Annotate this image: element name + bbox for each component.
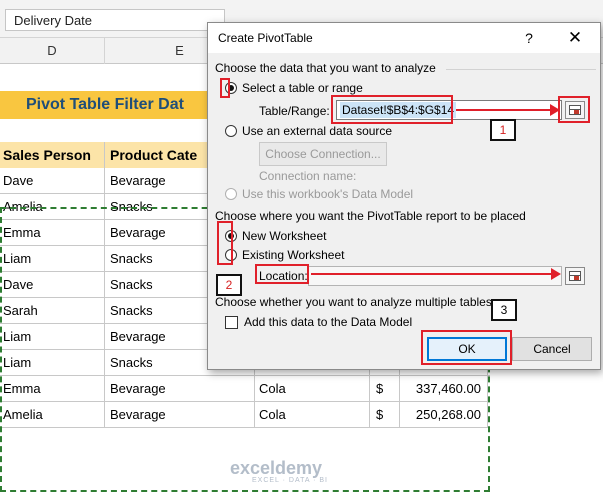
annotation-step-2: 2 <box>216 274 242 296</box>
watermark-tagline: EXCEL · DATA · BI <box>252 477 328 484</box>
label-table-range: Table/Range: <box>259 104 330 118</box>
section-multiple-tables: Choose whether you want to analyze multi… <box>215 295 492 309</box>
cell-sales-person[interactable]: Emma <box>0 220 105 246</box>
dialog-title: Create PivotTable <box>218 31 313 45</box>
choose-connection-button[interactable]: Choose Connection... <box>259 142 387 166</box>
cell-sales-person[interactable]: Liam <box>0 324 105 350</box>
dialog-titlebar[interactable]: Create PivotTable ? ✕ <box>208 23 600 53</box>
cell-sales-person[interactable]: Amelia <box>0 402 105 428</box>
highlight-select-table-radio <box>220 78 230 98</box>
location-picker-button[interactable] <box>565 267 585 285</box>
label-external-source: Use an external data source <box>242 124 393 138</box>
label-new-worksheet: New Worksheet <box>242 229 327 243</box>
label-add-data-model: Add this data to the Data Model <box>244 315 413 329</box>
highlight-ok-button <box>421 330 512 365</box>
close-icon[interactable]: ✕ <box>564 28 586 48</box>
label-data-model: Use this workbook's Data Model <box>242 187 414 201</box>
cell-item[interactable]: Cola <box>255 402 370 428</box>
table-row: Emma Bevarage Cola $337,460.00 <box>0 376 490 402</box>
arrow-to-location-picker <box>311 268 561 280</box>
label-existing-worksheet: Existing Worksheet <box>242 248 345 262</box>
location-picker-icon <box>569 271 581 281</box>
cell-product[interactable]: Bevarage <box>105 376 255 402</box>
label-select-table: Select a table or range <box>242 81 363 95</box>
cell-amount[interactable]: 250,268.00 <box>400 402 488 428</box>
arrow-to-range-picker <box>456 104 560 116</box>
cell-sales-person[interactable]: Liam <box>0 246 105 272</box>
radio-external-source[interactable] <box>225 125 237 137</box>
table-row: Amelia Bevarage Cola $250,268.00 <box>0 402 490 428</box>
checkbox-add-data-model[interactable] <box>225 316 238 329</box>
header-sales-person[interactable]: Sales Person <box>0 142 105 168</box>
highlight-location-label <box>255 264 309 284</box>
label-connection-name: Connection name: <box>259 169 357 183</box>
highlight-range-picker <box>558 96 590 123</box>
annotation-step-3: 3 <box>491 299 517 321</box>
cell-sales-person[interactable]: Sarah <box>0 298 105 324</box>
divider <box>446 69 596 70</box>
highlight-new-worksheet-radio <box>217 221 233 265</box>
cell-item[interactable]: Cola <box>255 376 370 402</box>
annotation-step-1: 1 <box>490 119 516 141</box>
create-pivottable-dialog: Create PivotTable ? ✕ Choose the data th… <box>207 22 601 370</box>
cell-sales-person[interactable]: Emma <box>0 376 105 402</box>
cell-product[interactable]: Bevarage <box>105 402 255 428</box>
watermark: exceldemy EXCEL · DATA · BI <box>230 458 328 484</box>
cell-sales-person[interactable]: Liam <box>0 350 105 376</box>
cell-currency[interactable]: $ <box>370 376 400 402</box>
watermark-logo: exceldemy <box>230 458 323 478</box>
radio-data-model[interactable] <box>225 188 237 200</box>
cell-sales-person[interactable]: Dave <box>0 168 105 194</box>
location-input[interactable] <box>308 266 562 286</box>
name-box[interactable]: Delivery Date <box>5 9 225 31</box>
cell-amount[interactable]: 337,460.00 <box>400 376 488 402</box>
column-header-d[interactable]: D <box>0 38 105 64</box>
cancel-button[interactable]: Cancel <box>512 337 592 361</box>
highlight-table-range <box>331 95 453 124</box>
section-source: Choose the data that you want to analyze <box>215 61 436 75</box>
help-button[interactable]: ? <box>518 28 540 48</box>
cell-sales-person[interactable]: Amelia <box>0 194 105 220</box>
cell-sales-person[interactable]: Dave <box>0 272 105 298</box>
cell-currency[interactable]: $ <box>370 402 400 428</box>
section-location: Choose where you want the PivotTable rep… <box>215 209 526 223</box>
